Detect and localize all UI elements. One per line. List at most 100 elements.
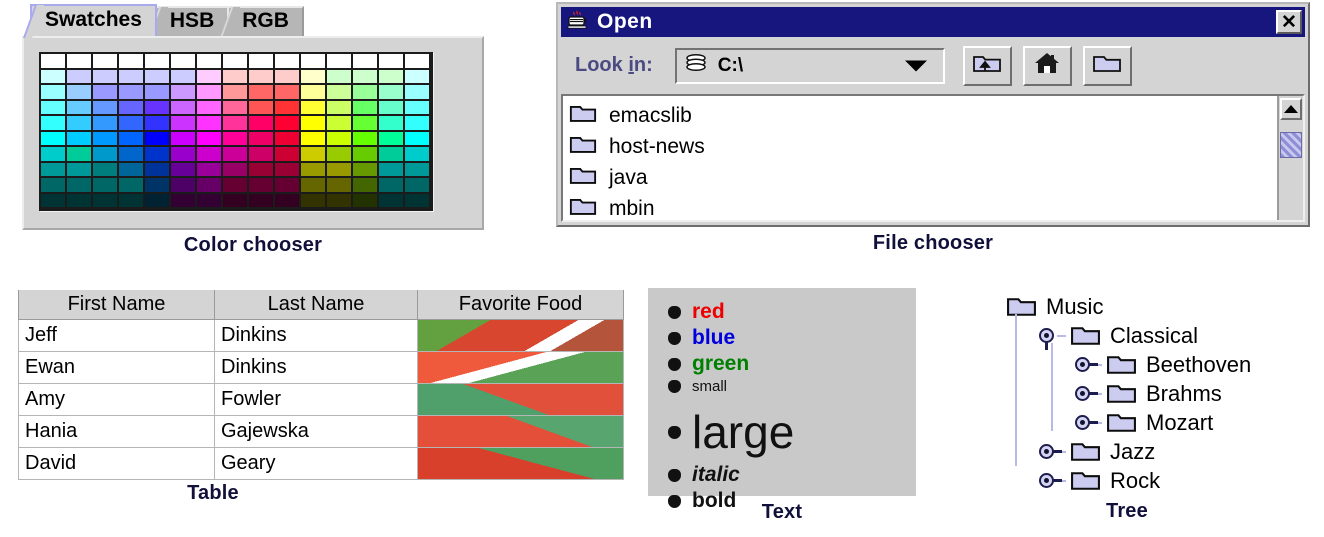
swatch-cell[interactable] xyxy=(379,85,405,101)
swatch-cell[interactable] xyxy=(301,116,327,132)
column-header-favorite-food[interactable]: Favorite Food xyxy=(417,288,624,320)
swatch-cell[interactable] xyxy=(353,69,379,85)
swatch-cell[interactable] xyxy=(197,147,223,163)
table-row[interactable]: Jeff Dinkins xyxy=(18,319,624,352)
swatch-cell[interactable] xyxy=(41,85,67,101)
swatch-cell[interactable] xyxy=(171,178,197,194)
swatch-cell[interactable] xyxy=(171,131,197,147)
swatch-cell[interactable] xyxy=(171,116,197,132)
tree-node[interactable]: Beethoven xyxy=(1002,350,1322,379)
swatch-cell[interactable] xyxy=(275,69,301,85)
swatch-cell[interactable] xyxy=(301,193,327,209)
file-list-item[interactable]: mbin xyxy=(569,193,1277,220)
column-header-last-name[interactable]: Last Name xyxy=(214,288,418,320)
swatch-cell[interactable] xyxy=(171,100,197,116)
swatch-cell[interactable] xyxy=(197,100,223,116)
swatch-cell[interactable] xyxy=(301,131,327,147)
swatch-cell[interactable] xyxy=(93,193,119,209)
cell-last-name[interactable]: Gajewska xyxy=(214,415,418,448)
swatch-cell[interactable] xyxy=(197,85,223,101)
swatch-cell[interactable] xyxy=(275,100,301,116)
swatch-cell[interactable] xyxy=(171,162,197,178)
swatch-cell[interactable] xyxy=(249,116,275,132)
expand-handle-icon[interactable] xyxy=(1074,413,1098,432)
swatch-cell[interactable] xyxy=(275,162,301,178)
swatch-cell[interactable] xyxy=(119,193,145,209)
swatch-cell[interactable] xyxy=(405,100,431,116)
swatch-cell[interactable] xyxy=(119,131,145,147)
swatch-cell[interactable] xyxy=(353,131,379,147)
swatch-cell[interactable] xyxy=(145,162,171,178)
swatch-cell[interactable] xyxy=(275,116,301,132)
swatch-cell[interactable] xyxy=(67,147,93,163)
swatch-cell[interactable] xyxy=(301,69,327,85)
swatch-cell[interactable] xyxy=(197,69,223,85)
table-row[interactable]: Amy Fowler xyxy=(18,383,624,416)
file-list-item[interactable]: emacslib xyxy=(569,100,1277,131)
swatch-cell[interactable] xyxy=(353,162,379,178)
table-row[interactable]: Ewan Dinkins xyxy=(18,351,624,384)
cell-first-name[interactable]: Ewan xyxy=(18,351,215,384)
swatch-cell[interactable] xyxy=(249,193,275,209)
swatch-cell[interactable] xyxy=(249,162,275,178)
swatch-cell[interactable] xyxy=(405,54,431,70)
cell-last-name[interactable]: Geary xyxy=(214,447,418,480)
swatch-cell[interactable] xyxy=(41,116,67,132)
swatch-cell[interactable] xyxy=(405,116,431,132)
swatch-cell[interactable] xyxy=(327,116,353,132)
swatch-cell[interactable] xyxy=(301,54,327,70)
table-row[interactable]: David Geary xyxy=(18,447,624,480)
swatch-cell[interactable] xyxy=(275,193,301,209)
swatch-cell[interactable] xyxy=(145,193,171,209)
swatch-cell[interactable] xyxy=(249,147,275,163)
new-folder-button[interactable] xyxy=(1082,45,1132,86)
swatch-cell[interactable] xyxy=(379,69,405,85)
scroll-thumb[interactable] xyxy=(1280,132,1302,158)
swatch-cell[interactable] xyxy=(93,69,119,85)
swatch-cell[interactable] xyxy=(41,100,67,116)
collapse-handle-icon[interactable] xyxy=(1038,326,1057,350)
cell-last-name[interactable]: Dinkins xyxy=(214,319,418,352)
swatch-cell[interactable] xyxy=(275,178,301,194)
swatch-cell[interactable] xyxy=(197,116,223,132)
expand-handle-icon[interactable] xyxy=(1038,442,1062,461)
swatch-cell[interactable] xyxy=(223,69,249,85)
swatch-cell[interactable] xyxy=(145,100,171,116)
file-list-scrollbar[interactable] xyxy=(1277,96,1303,220)
swatch-cell[interactable] xyxy=(223,147,249,163)
swatch-cell[interactable] xyxy=(93,100,119,116)
swatch-cell[interactable] xyxy=(353,193,379,209)
swatch-cell[interactable] xyxy=(145,69,171,85)
swatch-cell[interactable] xyxy=(275,85,301,101)
cell-favorite-food[interactable] xyxy=(417,319,624,352)
swatch-grid[interactable] xyxy=(39,52,433,211)
swatch-cell[interactable] xyxy=(93,147,119,163)
swatch-cell[interactable] xyxy=(41,69,67,85)
swatch-cell[interactable] xyxy=(379,178,405,194)
swatch-cell[interactable] xyxy=(41,147,67,163)
swatch-cell[interactable] xyxy=(119,100,145,116)
swatch-cell[interactable] xyxy=(353,147,379,163)
scroll-up-arrow-icon[interactable] xyxy=(1280,98,1302,120)
tree-node[interactable]: Mozart xyxy=(1002,408,1322,437)
swatch-cell[interactable] xyxy=(223,131,249,147)
cell-favorite-food[interactable] xyxy=(417,415,624,448)
look-in-combobox[interactable]: C:\ xyxy=(674,47,945,84)
swatch-cell[interactable] xyxy=(405,85,431,101)
swatch-cell[interactable] xyxy=(93,54,119,70)
swatch-cell[interactable] xyxy=(67,69,93,85)
swatch-cell[interactable] xyxy=(301,147,327,163)
swatch-cell[interactable] xyxy=(327,162,353,178)
swatch-cell[interactable] xyxy=(119,54,145,70)
swatch-cell[interactable] xyxy=(145,131,171,147)
swatch-cell[interactable] xyxy=(67,193,93,209)
swatch-cell[interactable] xyxy=(145,116,171,132)
swatch-cell[interactable] xyxy=(119,116,145,132)
cell-favorite-food[interactable] xyxy=(417,383,624,416)
swatch-cell[interactable] xyxy=(145,147,171,163)
cell-first-name[interactable]: Hania xyxy=(18,415,215,448)
swatch-cell[interactable] xyxy=(379,100,405,116)
swatch-cell[interactable] xyxy=(93,85,119,101)
swatch-cell[interactable] xyxy=(405,131,431,147)
swatch-cell[interactable] xyxy=(197,54,223,70)
